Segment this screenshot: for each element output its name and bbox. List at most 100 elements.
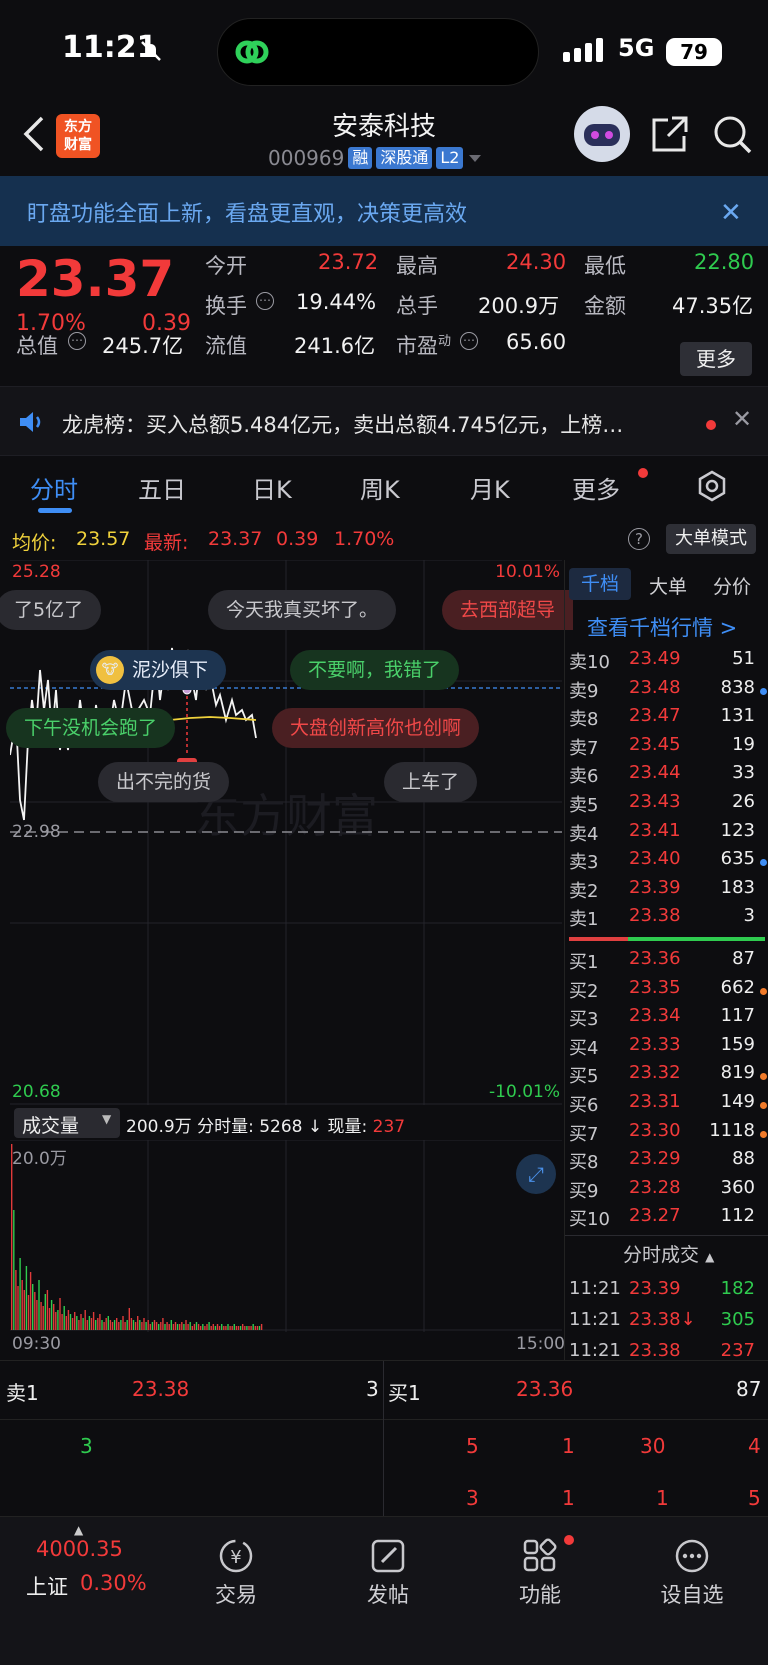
order-book-row[interactable]: 卖3 23.40 635 — [565, 848, 768, 876]
volume-bar — [147, 1320, 149, 1330]
help-icon[interactable]: ? — [628, 528, 650, 550]
banner-close-icon[interactable]: ✕ — [720, 198, 742, 228]
volume-bar — [40, 1302, 42, 1330]
comment-bubble[interactable]: 去西部超导 — [442, 590, 574, 630]
trades-title[interactable]: 分时成交 ▲ — [623, 1240, 714, 1267]
feature-banner[interactable]: 盯盘功能全面上新，看盘更直观，决策更高效 ✕ — [0, 176, 768, 246]
volume-bar — [82, 1318, 84, 1330]
comment-bubble[interactable]: 下午没机会跑了 — [6, 708, 176, 748]
tab-monthly-k[interactable]: 月K — [470, 470, 510, 505]
volume-bar — [170, 1320, 172, 1330]
share-icon[interactable] — [650, 114, 690, 154]
volume-bar — [191, 1326, 193, 1330]
last-price: 23.37 — [16, 250, 175, 308]
network-type: 5G — [618, 34, 655, 62]
comment-bubble[interactable]: 🐮 泥沙俱下 — [90, 650, 227, 690]
book-tab-price-dist[interactable]: 分价 — [713, 572, 751, 599]
sell1-label: 卖1 — [6, 1381, 39, 1405]
volume-bar — [90, 1318, 93, 1330]
volume-indicator-select[interactable]: 成交量 ▼ — [14, 1108, 120, 1138]
turnover-more-icon[interactable]: ⋯ — [256, 292, 274, 310]
volume-value: 200.9万 — [478, 294, 560, 318]
order-book-row[interactable]: 卖9 23.48 838 — [565, 677, 768, 705]
pe-label: 市盈动 — [396, 334, 452, 358]
order-book-row[interactable]: 买3 23.34 117 — [565, 1005, 768, 1033]
comment-bubble[interactable]: 不要啊，我错了 — [290, 650, 460, 690]
order-book-row[interactable]: 买7 23.30 1118 — [565, 1120, 768, 1148]
news-ticker[interactable]: 龙虎榜：买入总额5.484亿元，卖出总额4.745亿元，上榜… ✕ — [0, 386, 768, 456]
volume-bar — [153, 1320, 156, 1330]
tab-weekly-k[interactable]: 周K — [360, 470, 400, 505]
volume-bar — [187, 1324, 189, 1330]
comment-bubble[interactable]: 今天我真买坏了。 — [208, 590, 397, 630]
volume-chart[interactable]: 20.0万 ⤢ — [10, 1139, 562, 1332]
nav-post[interactable]: 发帖 — [328, 1537, 448, 1609]
comment-bubble[interactable]: 大盘创新高你也创啊 — [272, 708, 480, 748]
book-tab-thousand[interactable]: 千档 — [569, 568, 631, 600]
svg-text:¥: ¥ — [230, 1547, 241, 1568]
volume-bar — [185, 1320, 187, 1330]
order-book-row[interactable]: 买2 23.35 662 — [565, 977, 768, 1005]
order-book-row[interactable]: 买6 23.31 149 — [565, 1091, 768, 1119]
volume-bar — [242, 1324, 244, 1330]
news-close-icon[interactable]: ✕ — [732, 405, 752, 433]
nav-functions[interactable]: 功能 — [480, 1537, 600, 1609]
expand-icon[interactable]: ⤢ — [516, 1154, 556, 1194]
volume-bar — [252, 1324, 254, 1330]
order-book-row[interactable]: 买8 23.29 88 — [565, 1148, 768, 1176]
buy-queue-item: 5 — [466, 1434, 479, 1458]
volume-bar — [162, 1318, 164, 1330]
volume-bar — [204, 1326, 206, 1330]
more-quote-button[interactable]: 更多 — [680, 342, 752, 376]
stock-header: 东方 财富 安泰科技 000969 融 深股通 L2 — [0, 100, 768, 176]
nav-trade[interactable]: ¥ 交易 — [176, 1537, 296, 1609]
pe-more-icon[interactable]: ⋯ — [460, 332, 478, 350]
latest-label: 最新: — [144, 532, 189, 554]
buy-sell-ratio-bar — [569, 937, 765, 941]
volume-bar — [235, 1326, 238, 1330]
intraday-chart[interactable]: 东方财富 B 25.28 10.01% 22.98 20.68 -10.01% … — [0, 559, 574, 1105]
tab-more[interactable]: 更多 — [572, 470, 620, 505]
order-book-row[interactable]: 买10 23.27 112 — [565, 1205, 768, 1233]
order-book-row[interactable]: 卖2 23.39 183 — [565, 877, 768, 905]
volume-bar — [160, 1322, 162, 1330]
order-book-row[interactable]: 卖7 23.45 19 — [565, 734, 768, 762]
comment-bubble[interactable]: 上车了 — [384, 762, 478, 802]
volume-bar — [260, 1324, 263, 1330]
volume-bar — [172, 1324, 175, 1330]
order-book-row[interactable]: 卖5 23.43 26 — [565, 791, 768, 819]
order-book-row[interactable]: 买4 23.33 159 — [565, 1034, 768, 1062]
comment-bubble[interactable]: 出不完的货 — [98, 762, 230, 802]
order-book-row[interactable]: 买5 23.32 819 — [565, 1062, 768, 1090]
order-book-row[interactable]: 买9 23.28 360 — [565, 1177, 768, 1205]
view-depth-link[interactable]: 查看千档行情 > — [587, 612, 737, 642]
search-icon[interactable] — [712, 114, 754, 156]
volume-bar — [223, 1326, 225, 1330]
open-label: 今开 — [205, 254, 247, 278]
volume-bar — [141, 1322, 143, 1330]
volume-bar — [134, 1322, 137, 1330]
index-ticker[interactable]: ▲ 4000.35 上证 0.30% — [22, 1523, 162, 1603]
order-book-row[interactable]: 卖10 23.49 51 — [565, 648, 768, 676]
comment-bubble[interactable]: 了5亿了 — [0, 590, 102, 630]
nav-add-watchlist[interactable]: 设自选 — [632, 1537, 752, 1609]
big-order-mode-button[interactable]: 大单模式 — [666, 524, 756, 554]
gear-icon[interactable] — [696, 470, 728, 502]
grid-icon — [523, 1538, 557, 1572]
period-tabs: 分时 五日 日K 周K 月K 更多 — [0, 456, 768, 516]
book-tab-big-order[interactable]: 大单 — [649, 572, 687, 599]
market-cap-more-icon[interactable]: ⋯ — [68, 332, 86, 350]
order-book-row[interactable]: 卖6 23.44 33 — [565, 762, 768, 790]
tab-five-day[interactable]: 五日 — [138, 470, 186, 505]
order-book-row[interactable]: 卖4 23.41 123 — [565, 820, 768, 848]
order-book-row[interactable]: 买1 23.36 87 — [565, 948, 768, 976]
order-book-row[interactable]: 卖1 23.38 3 — [565, 905, 768, 933]
stock-code-row[interactable]: 000969 融 深股通 L2 — [268, 146, 483, 170]
assistant-robot-avatar[interactable] — [574, 106, 630, 162]
order-book-row[interactable]: 卖8 23.47 131 — [565, 705, 768, 733]
index-value: 4000.35 — [36, 1537, 123, 1561]
volume-bar — [248, 1326, 250, 1330]
tab-intraday[interactable]: 分时 — [30, 470, 78, 505]
volume-scale-label: 20.0万 — [12, 1149, 67, 1169]
tab-daily-k[interactable]: 日K — [252, 470, 292, 505]
